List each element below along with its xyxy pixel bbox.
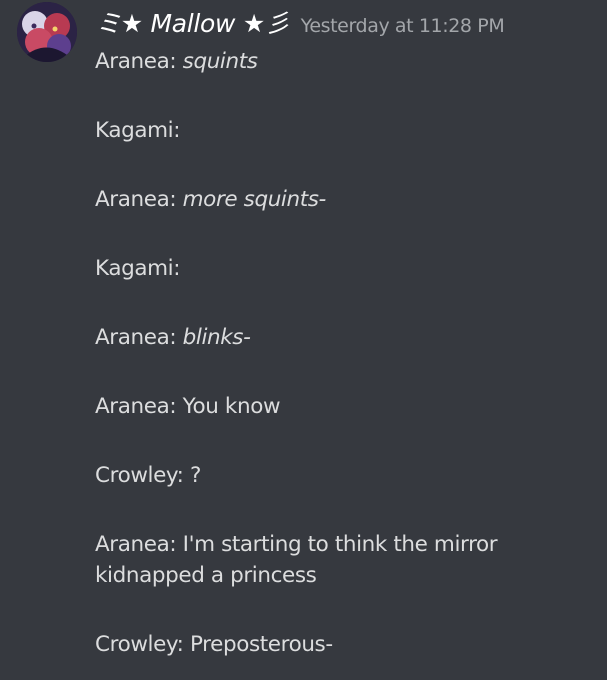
dialogue-text: Preposterous- (189, 632, 333, 657)
message-line: Kagami: (95, 253, 595, 284)
speaker: Aranea: (95, 325, 177, 350)
action-text: squints (182, 49, 258, 74)
username[interactable]: ミ★ Mallow ★彡 (96, 4, 290, 40)
action-text: more squints- (182, 187, 327, 212)
user-avatar[interactable] (17, 2, 77, 62)
message-line: Aranea: blinks- (95, 322, 595, 353)
dialogue-text: ? (189, 463, 201, 488)
speaker: Aranea: (95, 49, 177, 74)
message-line: Crowley: ? (95, 460, 595, 491)
chat-message: ミ★ Mallow ★彡 Yesterday at 11:28 PM Arane… (0, 0, 607, 680)
speaker: Crowley: (95, 632, 184, 657)
speaker: Aranea: (95, 394, 177, 419)
message-line: Crowley: Preposterous- (95, 629, 595, 660)
avatar-art (17, 2, 77, 62)
dialogue-text: kidnapped a princess (95, 563, 317, 588)
message-line: Aranea: I'm starting to think the mirror (95, 529, 595, 560)
speaker: Kagami: (95, 256, 181, 281)
speaker: Kagami: (95, 118, 181, 143)
message-content: Aranea: squints Kagami: Aranea: more squ… (95, 46, 595, 660)
speaker: Aranea: (95, 187, 177, 212)
action-text: blinks- (182, 325, 251, 350)
message-line: Kagami: (95, 115, 595, 146)
message-line: Aranea: more squints- (95, 184, 595, 215)
dialogue-text: You know (182, 394, 281, 419)
speaker: Aranea: (95, 532, 177, 557)
message-line: Aranea: You know (95, 391, 595, 422)
message-header: ミ★ Mallow ★彡 Yesterday at 11:28 PM (96, 4, 505, 40)
speaker: Crowley: (95, 463, 184, 488)
timestamp[interactable]: Yesterday at 11:28 PM (301, 15, 505, 37)
dialogue-text: I'm starting to think the mirror (182, 532, 498, 557)
message-line-continuation: kidnapped a princess (95, 560, 595, 591)
message-line: Aranea: squints (95, 46, 595, 77)
